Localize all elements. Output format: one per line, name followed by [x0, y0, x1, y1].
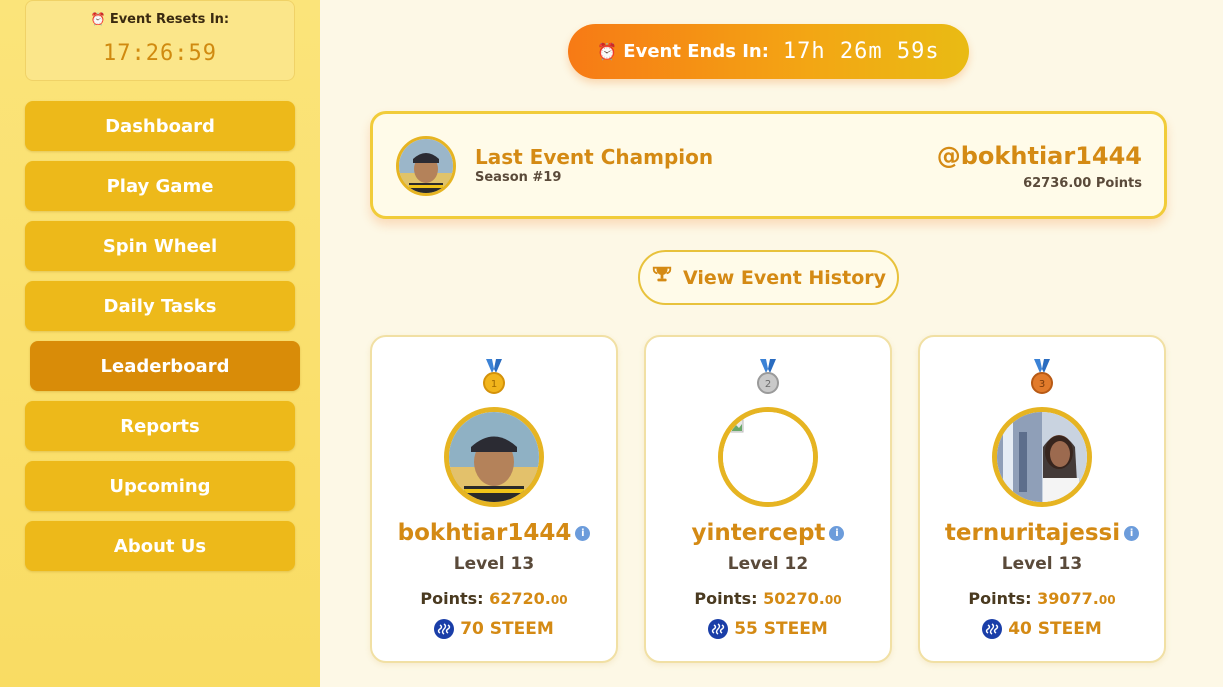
info-icon[interactable]: i: [575, 526, 591, 541]
player-name: yintercept i: [646, 520, 890, 546]
reward-amount: 55 STEEM: [734, 619, 828, 639]
nav-dashboard-button[interactable]: Dashboard: [25, 101, 295, 151]
player-level: Level 12: [727, 554, 809, 574]
player-level: Level 13: [453, 554, 535, 574]
alarm-clock-icon: ⏰: [597, 42, 618, 61]
broken-image-icon: [723, 412, 813, 502]
nav-reports-button[interactable]: Reports: [25, 401, 295, 451]
event-reset-box: ⏰ Event Resets In: 17:26:59: [25, 0, 295, 81]
player-points: Points: 50270.00: [646, 589, 890, 608]
player-avatar-image: [449, 412, 539, 502]
event-reset-label: Event Resets In:: [109, 12, 230, 27]
player-avatar-image: [997, 412, 1087, 502]
player-level: Level 13: [1001, 554, 1083, 574]
event-reset-countdown: 17:26:59: [103, 41, 217, 66]
points-decimal: 00: [824, 593, 842, 607]
player-reward: 40 STEEM: [920, 619, 1164, 639]
player-name: ternuritajessi i: [920, 520, 1164, 546]
event-ends-countdown: 17h 26m 59s: [782, 39, 940, 64]
player-avatar[interactable]: [992, 407, 1092, 507]
player-avatar[interactable]: [444, 407, 544, 507]
event-ends-label: Event Ends In:: [623, 41, 769, 62]
points-value: 50270.: [763, 589, 825, 608]
svg-text:2: 2: [765, 379, 771, 390]
player-points: Points: 39077.00: [920, 589, 1164, 608]
info-icon[interactable]: i: [1124, 526, 1140, 541]
champion-title: Last Event Champion: [475, 145, 714, 169]
nav-play-game-button[interactable]: Play Game: [25, 161, 295, 211]
event-reset-title: ⏰ Event Resets In:: [26, 12, 294, 27]
silver-medal-icon: 2: [756, 359, 780, 399]
info-icon[interactable]: i: [829, 526, 845, 541]
event-ends-banner: ⏰ Event Ends In: 17h 26m 59s: [568, 24, 969, 79]
view-event-history-label: View Event History: [682, 266, 887, 289]
player-avatar[interactable]: [718, 407, 818, 507]
player-username[interactable]: ternuritajessi: [945, 520, 1120, 546]
reward-amount: 70 STEEM: [460, 619, 554, 639]
steem-icon: [708, 619, 729, 639]
player-reward: 55 STEEM: [646, 619, 890, 639]
reward-amount: 40 STEEM: [1008, 619, 1102, 639]
leaderboard-card-rank-2: 2 yintercept i Level 12 Points: 50270.00 …: [644, 335, 892, 663]
player-reward: 70 STEEM: [372, 619, 616, 639]
svg-text:1: 1: [491, 379, 497, 390]
points-label: Points:: [694, 589, 758, 608]
player-name: bokhtiar1444 i: [372, 520, 616, 546]
trophy-icon: [651, 264, 673, 291]
champion-avatar-image: [399, 139, 453, 193]
gold-medal-icon: 1: [482, 359, 506, 399]
steem-icon: [434, 619, 455, 639]
leaderboard-card-rank-3: 3 ternuritajessi i Level 13 Points: 39077…: [918, 335, 1166, 663]
svg-text:3: 3: [1039, 379, 1045, 390]
points-decimal: 00: [550, 593, 568, 607]
view-event-history-button[interactable]: View Event History: [638, 250, 899, 305]
player-username[interactable]: yintercept: [692, 520, 826, 546]
nav-spin-wheel-button[interactable]: Spin Wheel: [25, 221, 295, 271]
points-value: 39077.: [1037, 589, 1099, 608]
nav-daily-tasks-button[interactable]: Daily Tasks: [25, 281, 295, 331]
alarm-clock-icon: ⏰: [90, 12, 106, 26]
bronze-medal-icon: 3: [1030, 359, 1054, 399]
champion-season: Season #19: [475, 170, 562, 185]
last-champion-card: Last Event Champion Season #19 @bokhtiar…: [370, 111, 1167, 219]
nav-leaderboard-button[interactable]: Leaderboard: [30, 341, 300, 391]
points-label: Points:: [420, 589, 484, 608]
steem-icon: [982, 619, 1003, 639]
champion-avatar[interactable]: [396, 136, 456, 196]
nav-about-us-button[interactable]: About Us: [25, 521, 295, 571]
champion-points: 62736.00 Points: [1023, 176, 1142, 191]
points-label: Points:: [968, 589, 1032, 608]
sidebar: ⏰ Event Resets In: 17:26:59 Dashboard Pla…: [0, 0, 320, 687]
points-decimal: 00: [1098, 593, 1116, 607]
player-username[interactable]: bokhtiar1444: [398, 520, 572, 546]
points-value: 62720.: [489, 589, 551, 608]
champion-username[interactable]: @bokhtiar1444: [937, 142, 1142, 170]
nav-upcoming-button[interactable]: Upcoming: [25, 461, 295, 511]
player-points: Points: 62720.00: [372, 589, 616, 608]
leaderboard-card-rank-1: 1 bokhtiar1444 i Level 13 Points: 62720.0…: [370, 335, 618, 663]
